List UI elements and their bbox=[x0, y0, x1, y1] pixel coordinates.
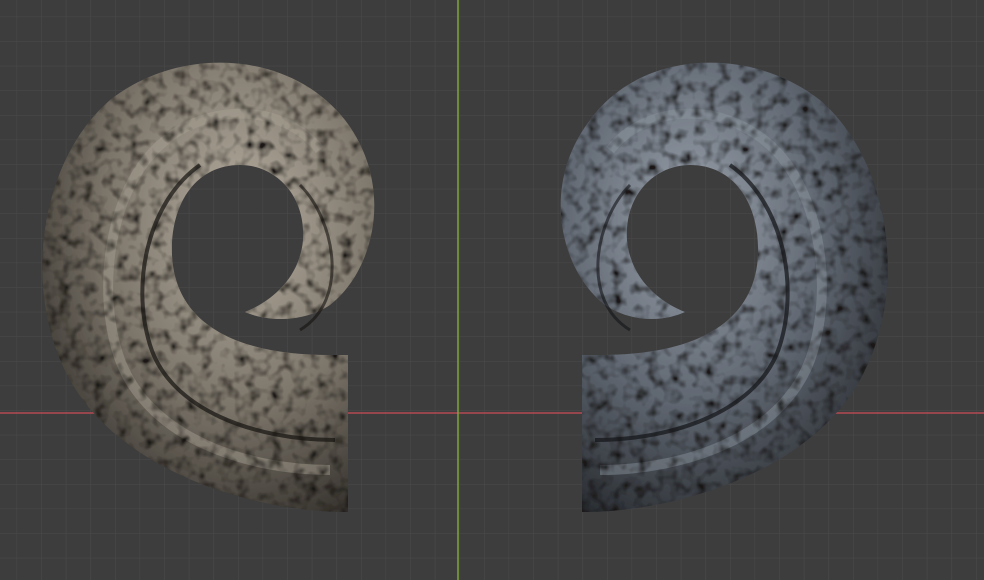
viewport-canvas[interactable] bbox=[0, 0, 984, 580]
3d-viewport[interactable] bbox=[0, 0, 984, 580]
